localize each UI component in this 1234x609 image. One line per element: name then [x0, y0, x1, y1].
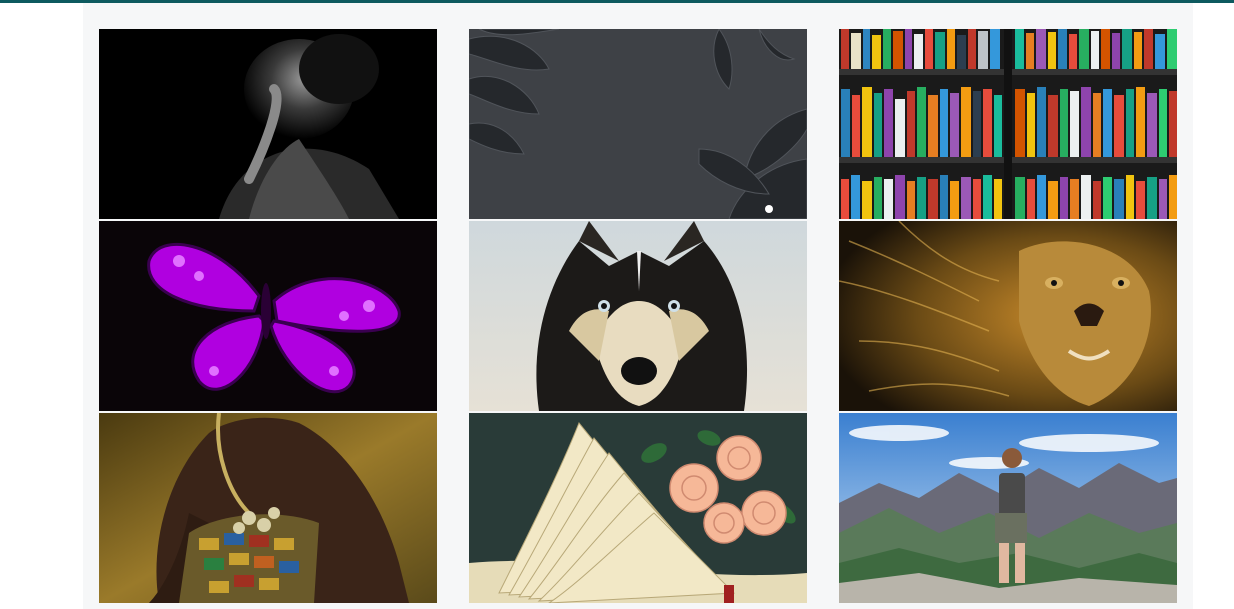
gallery-image-lion[interactable] — [839, 221, 1177, 411]
bookshelf-image — [839, 29, 1177, 219]
gallery-image-book-roses[interactable] — [469, 413, 807, 603]
gallery-image-bookshelf[interactable] — [839, 29, 1177, 219]
image-gallery-grid — [99, 29, 1177, 603]
gallery-image-dark-leaves[interactable] — [469, 29, 807, 219]
gallery-image-hiker-mountains[interactable] — [839, 413, 1177, 603]
dark-leaves-image — [469, 29, 807, 219]
gallery-image-purple-butterfly[interactable] — [99, 221, 437, 411]
woman-portrait-image — [99, 29, 437, 219]
woman-golden-dress-image — [99, 413, 437, 603]
husky-dog-image — [469, 221, 807, 411]
purple-butterfly-image — [99, 221, 437, 411]
lion-image — [839, 221, 1177, 411]
hiker-mountains-image — [839, 413, 1177, 603]
book-roses-image — [469, 413, 807, 603]
gallery-image-woman-golden-dress[interactable] — [99, 413, 437, 603]
gallery-image-husky-dog[interactable] — [469, 221, 807, 411]
gallery-image-woman-portrait[interactable] — [99, 29, 437, 219]
